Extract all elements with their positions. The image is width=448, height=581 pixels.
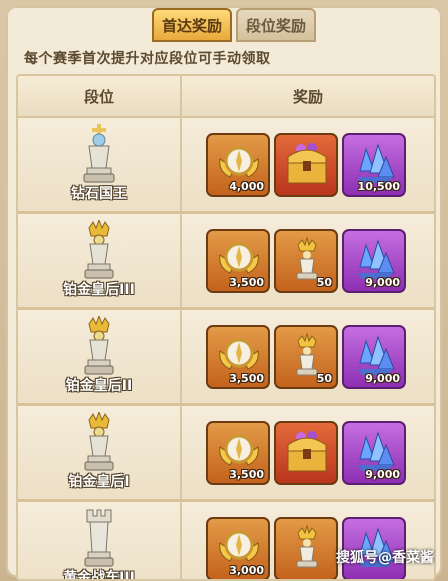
table-body[interactable]: 钻石国王 4,000 10,500 铂金皇后III 3,500 50 9,000 铂金皇后II… [18, 118, 434, 581]
reward-count: 9,000 [365, 275, 400, 289]
reward-count: 3,000 [229, 563, 264, 577]
reward-item[interactable] [274, 420, 338, 485]
reward-item[interactable]: 50 [274, 324, 354, 389]
rank-cell: 铂金皇后II [18, 310, 182, 403]
reward-items: 3,500 50 9,000 [182, 310, 434, 403]
queen-chess-piece-icon [79, 314, 119, 382]
king-chess-piece-icon [79, 124, 119, 190]
reward-item[interactable]: 3,000 [206, 516, 270, 579]
table-header: 段位 奖励 [18, 76, 434, 118]
rank-cell: 黄金战车III [18, 502, 182, 581]
rank-reward-row: 铂金皇后III 3,500 50 9,000 [18, 214, 434, 310]
tab-rank-rewards[interactable]: 段位奖励 [236, 8, 317, 42]
rank-reward-row: 铂金皇后II 3,500 50 9,000 [18, 310, 434, 406]
reward-items: 3,500 9,000 [182, 406, 434, 499]
reward-items: 4,000 10,500 [182, 118, 434, 211]
rank-name: 铂金皇后I [68, 474, 130, 490]
reward-count: 3,500 [229, 275, 264, 289]
rank-cell: 铂金皇后III [18, 214, 182, 307]
reward-table: 段位 奖励 钻石国王 4,000 10,500 铂金皇后III 3,500 50 9,000… [16, 74, 436, 581]
reward-count: 9,000 [365, 371, 400, 385]
tab-first-reach-rewards[interactable]: 首达奖励 [152, 8, 233, 42]
reward-column-header: 奖励 [292, 87, 323, 106]
reward-items: 3,500 50 9,000 [182, 214, 434, 307]
watermark: 搜狐号@香菜酱 [336, 550, 434, 566]
reward-item[interactable]: 3,500 [206, 228, 270, 293]
rank-cell: 铂金皇后I [18, 406, 182, 499]
rook-chess-piece-icon [79, 508, 119, 574]
reward-item[interactable]: 50 [274, 228, 354, 293]
reward-item[interactable] [274, 516, 354, 579]
rank-reward-row: 铂金皇后I 3,500 9,000 [18, 406, 434, 502]
reward-item[interactable]: 10,500 [342, 132, 406, 197]
rank-reward-row: 黄金战车III 3,000 [18, 502, 434, 581]
rank-reward-row: 钻石国王 4,000 10,500 [18, 118, 434, 214]
tab-bar: 首达奖励 段位奖励 [152, 8, 317, 42]
reward-count: 50 [316, 371, 332, 385]
reward-item[interactable]: 9,000 [342, 324, 406, 389]
reward-item[interactable] [274, 132, 338, 197]
queen-chess-piece-icon [79, 410, 119, 478]
rank-name: 铂金皇后II [65, 378, 133, 394]
reward-count: 3,500 [229, 371, 264, 385]
reward-count: 9,000 [365, 467, 400, 481]
queen-chess-piece-icon [79, 218, 119, 286]
rank-name: 钻石国王 [71, 186, 127, 202]
rank-cell: 钻石国王 [18, 118, 182, 211]
reward-count: 50 [316, 275, 332, 289]
reward-count: 3,500 [229, 467, 264, 481]
reward-item[interactable]: 3,500 [206, 420, 270, 485]
rank-name: 黄金战车III [63, 570, 135, 581]
reward-count: 4,000 [229, 179, 264, 193]
reward-items: 3,000 [182, 502, 434, 579]
rank-name: 铂金皇后III [63, 282, 135, 298]
reward-count: 10,500 [357, 179, 400, 193]
reward-item[interactable]: 3,500 [206, 324, 270, 389]
rank-column-header: 段位 [18, 76, 182, 116]
reward-item[interactable]: 4,000 [206, 132, 270, 197]
reward-item[interactable]: 9,000 [342, 228, 406, 293]
reward-item[interactable]: 9,000 [342, 420, 406, 485]
reward-description: 每个赛季首次提升对应段位可手动领取 [24, 51, 271, 67]
